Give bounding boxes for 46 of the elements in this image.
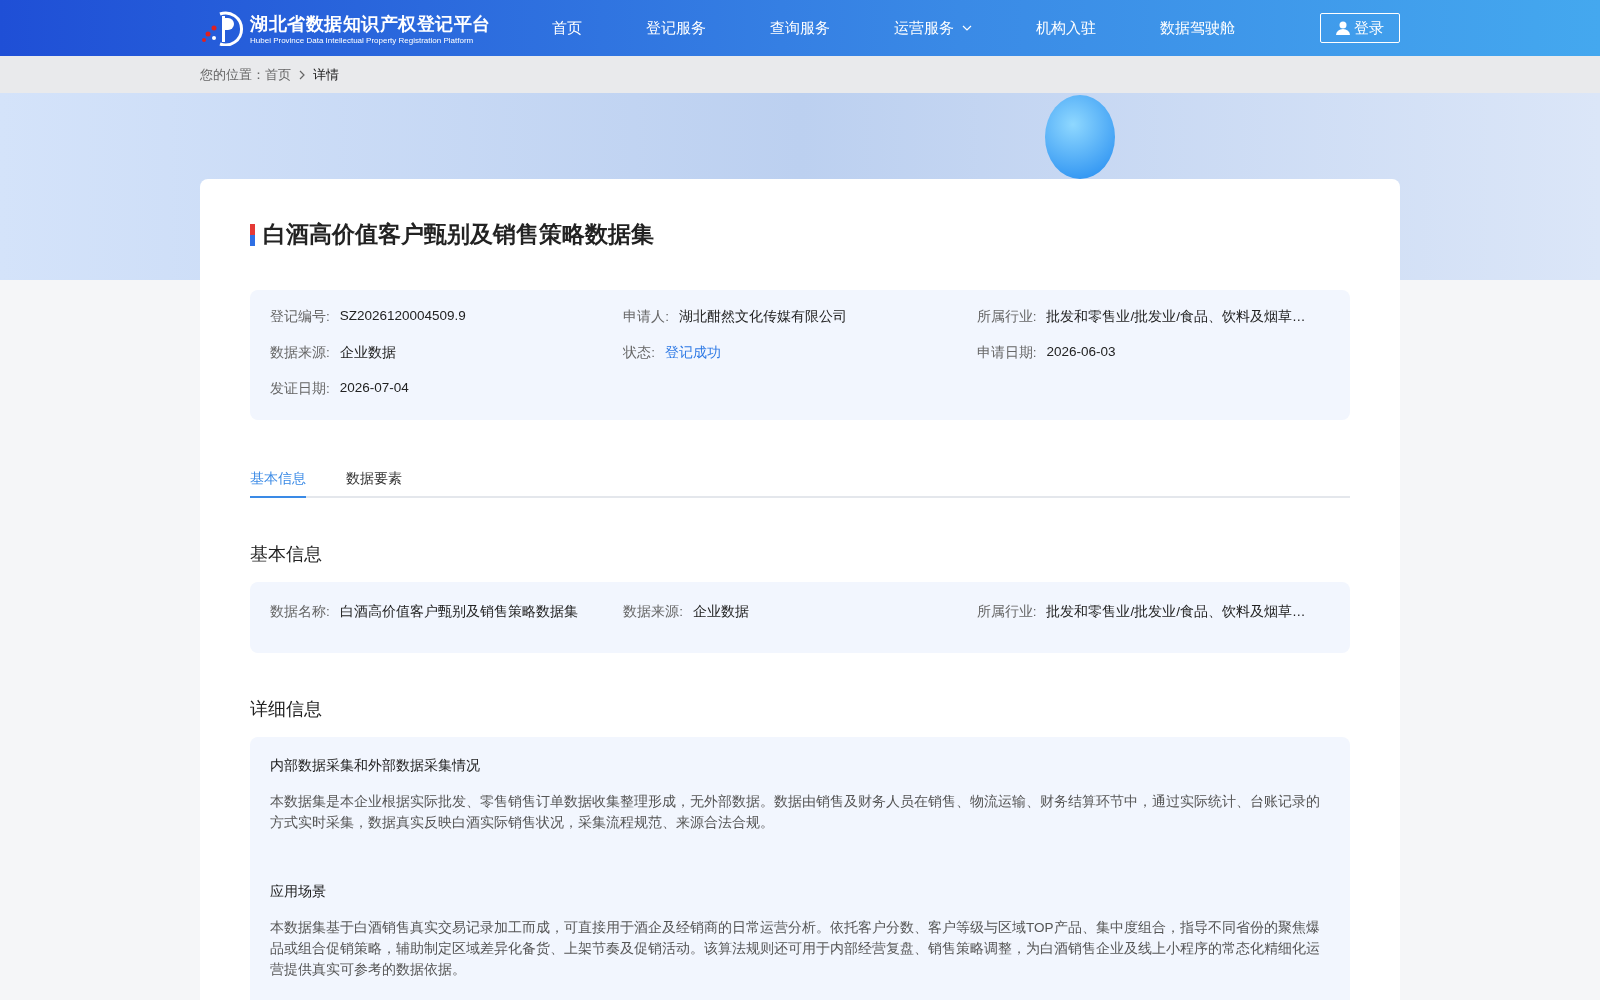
field-label: 数据来源: [270, 344, 330, 362]
subsection-title: 内部数据采集和外部数据采集情况 [270, 757, 481, 775]
nav-link[interactable]: 机构入驻 [1004, 18, 1128, 38]
subsection-title: 应用场景 [270, 883, 327, 901]
field-label: 所属行业: [976, 308, 1037, 326]
logo-subtitle: Hubei Province Data Intellectual Property Registration Platform [250, 35, 475, 45]
current-page-label: 详情 [313, 65, 339, 84]
field-value: 湖北酣然文化传媒有限公司 [679, 308, 848, 326]
field-label: 所属行业: [976, 603, 1037, 621]
logo-title: 湖北省数据知识产权登记平台 [250, 12, 491, 36]
field-value: 批发和零售业/批发业/食品、饮料及烟草… [1046, 308, 1306, 326]
nav-link[interactable]: 运营服务 [862, 18, 1004, 38]
tab[interactable]: 数据要素 [346, 470, 402, 498]
section-heading: 详细信息 [250, 698, 323, 721]
field-value: 企业数据 [339, 344, 396, 362]
field-value: 2026-06-03 [1046, 344, 1116, 361]
field-value: 登记成功 [665, 344, 722, 362]
nav-link[interactable]: 首页 [520, 18, 614, 38]
tab[interactable]: 基本信息 [250, 470, 306, 498]
chevron-down-icon [962, 25, 972, 31]
nav-link[interactable]: 查询服务 [738, 18, 862, 38]
field-label: 登记编号: [270, 308, 330, 326]
field-label: 发证日期: [270, 380, 330, 398]
section-heading: 基本信息 [250, 543, 323, 566]
field-value: SZ2026120004509.9 [339, 308, 466, 325]
chevron-right-icon [299, 69, 305, 80]
breadcrumb-label: 您的位置： [200, 65, 265, 84]
field-label: 申请人: [623, 308, 670, 326]
title-marker-icon [250, 223, 255, 246]
paragraph: 本数据集基于白酒销售真实交易记录加工而成，可直接用于酒企及经销商的日常运营分析。依托客户分数、客户等级与区域TOP产品、集中度组合，指导不同省份的聚焦爆品或组合促销策略，辅助制定区域差异化备货、上架节奏及促销活动。该算法规则还可用于内部经营复盘、销售策略调整，为白酒销售企业及线上小程序的常态化精细化运营提供真实可参考的数据依据。 [270, 919, 1321, 979]
field-value: 白酒高价值客户甄别及销售策略数据集 [339, 603, 578, 621]
field-value: 批发和零售业/批发业/食品、饮料及烟草… [1046, 603, 1306, 621]
dataset-title: 白酒高价值客户甄别及销售策略数据集 [263, 220, 654, 249]
logo-emblem-icon [200, 10, 246, 46]
field-label: 数据来源: [623, 603, 684, 621]
field-value: 2026-07-04 [339, 380, 409, 397]
field-label: 申请日期: [976, 344, 1037, 362]
user-icon [1336, 21, 1350, 35]
field-label: 数据名称: [270, 603, 330, 621]
field-label: 状态: [623, 344, 656, 362]
nav-link[interactable]: 数据驾驶舱 [1128, 18, 1267, 38]
breadcrumb-link[interactable]: 首页 [265, 65, 291, 84]
nav-link[interactable]: 登记服务 [614, 18, 738, 38]
field-value: 企业数据 [693, 603, 750, 621]
login-button[interactable]: 登录 [1320, 13, 1400, 43]
paragraph: 本数据集是本企业根据实际批发、零售销售订单数据收集整理形成，无外部数据。数据由销售及财务人员在销售、物流运输、财务结算环节中，通过实际统计、台账记录的方式实时采集，数据真实反映白酒实际销售状况，采集流程规范、来源合法合规。 [270, 793, 1321, 832]
